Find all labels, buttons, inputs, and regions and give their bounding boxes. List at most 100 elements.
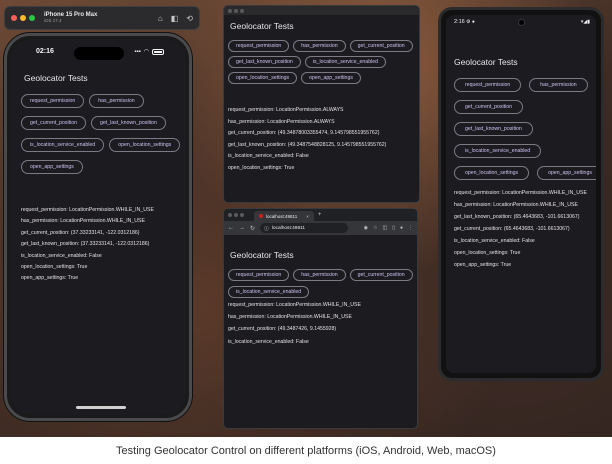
has-permission-button[interactable]: has_permission bbox=[293, 269, 346, 281]
result-line: has_permission: LocationPermission.WHILE… bbox=[454, 202, 578, 208]
result-line: is_location_service_enabled: False bbox=[228, 153, 309, 159]
screenshot-icon[interactable]: ◧ bbox=[171, 14, 179, 23]
result-line: open_location_settings: True bbox=[454, 250, 521, 256]
app-title: Geolocator Tests bbox=[454, 57, 518, 67]
result-line: request_permission: LocationPermission.W… bbox=[228, 302, 361, 308]
forward-icon[interactable]: → bbox=[239, 225, 245, 231]
bookmark-star-icon[interactable]: ☆ bbox=[373, 225, 377, 231]
has-permission-button[interactable]: has_permission bbox=[529, 78, 588, 92]
is-location-service-enabled-button[interactable]: is_location_service_enabled bbox=[304, 56, 387, 68]
web-button-group: request_permission has_permission get_cu… bbox=[228, 269, 417, 298]
result-line: open_app_settings: True bbox=[21, 275, 79, 282]
notification-icons: ⚙ ● bbox=[466, 19, 475, 25]
minimize-window-button[interactable] bbox=[20, 15, 26, 21]
android-results-list: request_permission: LocationPermission.W… bbox=[454, 190, 587, 275]
result-line: request_permission: LocationPermission.W… bbox=[21, 207, 154, 213]
is-location-service-enabled-button[interactable]: is_location_service_enabled bbox=[228, 286, 310, 298]
app-title: Geolocator Tests bbox=[230, 250, 294, 260]
has-permission-button[interactable]: has_permission bbox=[89, 94, 144, 108]
zoom-window-button[interactable] bbox=[240, 213, 244, 217]
result-line: open_app_settings: True bbox=[454, 262, 512, 268]
request-permission-button[interactable]: request_permission bbox=[21, 94, 85, 108]
browser-tab[interactable]: localhost:49811 × bbox=[254, 211, 314, 221]
get-last-known-position-button[interactable]: get_last_known_position bbox=[228, 56, 301, 68]
macos-titlebar bbox=[224, 6, 419, 15]
url-text: localhost:49811 bbox=[271, 225, 306, 231]
open-location-settings-button[interactable]: open_location_settings bbox=[454, 166, 530, 180]
has-permission-button[interactable]: has_permission bbox=[293, 40, 346, 52]
figure-caption: Testing Geolocator Control on different … bbox=[0, 437, 612, 464]
result-line: is_location_service_enabled: False bbox=[454, 238, 535, 244]
home-icon[interactable]: ⌂ bbox=[158, 14, 163, 23]
result-line: get_last_known_position: (49.34875488281… bbox=[228, 141, 387, 148]
get-last-known-position-button[interactable]: get_last_known_position bbox=[454, 122, 533, 136]
zoom-window-button[interactable] bbox=[240, 8, 244, 13]
android-status-bar: 2:16 ⚙ ● ▾◢▮ bbox=[446, 19, 596, 29]
macos-window: Geolocator Tests request_permission has_… bbox=[223, 5, 420, 203]
android-frame: 2:16 ⚙ ● ▾◢▮ Geolocator Tests request_pe… bbox=[438, 7, 604, 381]
back-icon[interactable]: ← bbox=[228, 225, 234, 231]
is-location-service-enabled-button[interactable]: is_location_service_enabled bbox=[21, 138, 105, 152]
location-icon[interactable]: ◉ bbox=[364, 225, 368, 231]
profile-icon[interactable]: ● bbox=[400, 225, 403, 231]
result-line: request_permission: LocationPermission.A… bbox=[228, 107, 344, 113]
ios-clock: 02:16 bbox=[36, 48, 54, 55]
favicon-icon bbox=[259, 214, 263, 218]
android-clock: 2:16 bbox=[454, 19, 465, 25]
result-line: get_last_known_position: (65.4643683, -1… bbox=[454, 214, 580, 220]
signal-icon: ▪▪▪ bbox=[134, 48, 141, 55]
get-current-position-button[interactable]: get_current_position bbox=[349, 40, 413, 52]
request-permission-button[interactable]: request_permission bbox=[228, 40, 290, 52]
iphone-frame: 02:16 ▪▪▪ ◠ Geolocator Tests request_per… bbox=[4, 33, 192, 421]
ios-status-icons: ▪▪▪ ◠ bbox=[134, 48, 164, 55]
get-last-known-position-button[interactable]: get_last_known_position bbox=[91, 116, 166, 130]
address-bar[interactable]: ⓘ localhost:49811 bbox=[260, 223, 349, 233]
close-window-button[interactable] bbox=[228, 213, 232, 217]
open-app-settings-button[interactable]: open_app_settings bbox=[21, 160, 83, 174]
browser-tab-strip: localhost:49811 × + bbox=[224, 209, 417, 221]
wifi-icon: ◠ bbox=[143, 49, 149, 55]
menu-icon[interactable]: ⋮ bbox=[408, 225, 413, 231]
open-location-settings-button[interactable]: open_location_settings bbox=[228, 72, 298, 84]
result-line: has_permission: LocationPermission.ALWAY… bbox=[228, 118, 335, 125]
sidebar-icon[interactable]: ▯ bbox=[392, 225, 395, 231]
result-line: open_location_settings: True bbox=[228, 164, 295, 171]
home-indicator[interactable] bbox=[76, 406, 126, 409]
open-location-settings-button[interactable]: open_location_settings bbox=[109, 138, 181, 152]
minimize-window-button[interactable] bbox=[234, 213, 238, 217]
android-status-icons: ▾◢▮ bbox=[580, 19, 590, 25]
app-title: Geolocator Tests bbox=[24, 73, 88, 83]
open-app-settings-button[interactable]: open_app_settings bbox=[537, 166, 596, 180]
ios-status-bar: 02:16 ▪▪▪ ◠ bbox=[10, 47, 186, 60]
close-tab-icon[interactable]: × bbox=[306, 214, 309, 219]
macos-button-group: request_permission has_permission get_cu… bbox=[228, 40, 418, 84]
is-location-service-enabled-button[interactable]: is_location_service_enabled bbox=[454, 144, 542, 158]
request-permission-button[interactable]: request_permission bbox=[454, 78, 522, 92]
get-current-position-button[interactable]: get_current_position bbox=[454, 100, 524, 114]
result-line: has_permission: LocationPermission.WHILE… bbox=[21, 218, 145, 225]
browser-window: localhost:49811 × + ← → ↻ ⓘ localhost:49… bbox=[223, 208, 418, 429]
rotate-icon[interactable]: ⟲ bbox=[186, 14, 193, 23]
dynamic-island bbox=[74, 47, 124, 60]
battery-icon bbox=[152, 48, 164, 55]
extensions-icon[interactable]: ◫ bbox=[382, 225, 387, 231]
browser-toolbar-icons: ◉ ☆ ◫ ▯ ● ⋮ bbox=[364, 225, 413, 231]
open-app-settings-button[interactable]: open_app_settings bbox=[301, 72, 361, 84]
close-window-button[interactable] bbox=[228, 8, 232, 13]
result-line: get_current_position: (37.33233141, -122… bbox=[21, 229, 140, 236]
get-current-position-button[interactable]: get_current_position bbox=[349, 269, 413, 281]
new-tab-icon[interactable]: + bbox=[318, 212, 322, 218]
android-button-group: request_permission has_permission get_cu… bbox=[454, 78, 596, 180]
close-window-button[interactable] bbox=[11, 15, 17, 21]
minimize-window-button[interactable] bbox=[234, 8, 238, 13]
get-current-position-button[interactable]: get_current_position bbox=[21, 116, 87, 130]
reload-icon[interactable]: ↻ bbox=[250, 225, 255, 232]
request-permission-button[interactable]: request_permission bbox=[228, 269, 290, 281]
zoom-window-button[interactable] bbox=[29, 15, 35, 21]
ios-button-group: request_permission has_permission get_cu… bbox=[21, 94, 186, 174]
camera-cutout bbox=[518, 19, 525, 26]
site-info-icon[interactable]: ⓘ bbox=[264, 225, 269, 232]
simulator-actions: ⌂ ◧ ⟲ bbox=[158, 14, 193, 23]
result-line: is_location_service_enabled: False bbox=[21, 252, 102, 259]
ios-results-list: request_permission: LocationPermission.W… bbox=[21, 207, 154, 288]
